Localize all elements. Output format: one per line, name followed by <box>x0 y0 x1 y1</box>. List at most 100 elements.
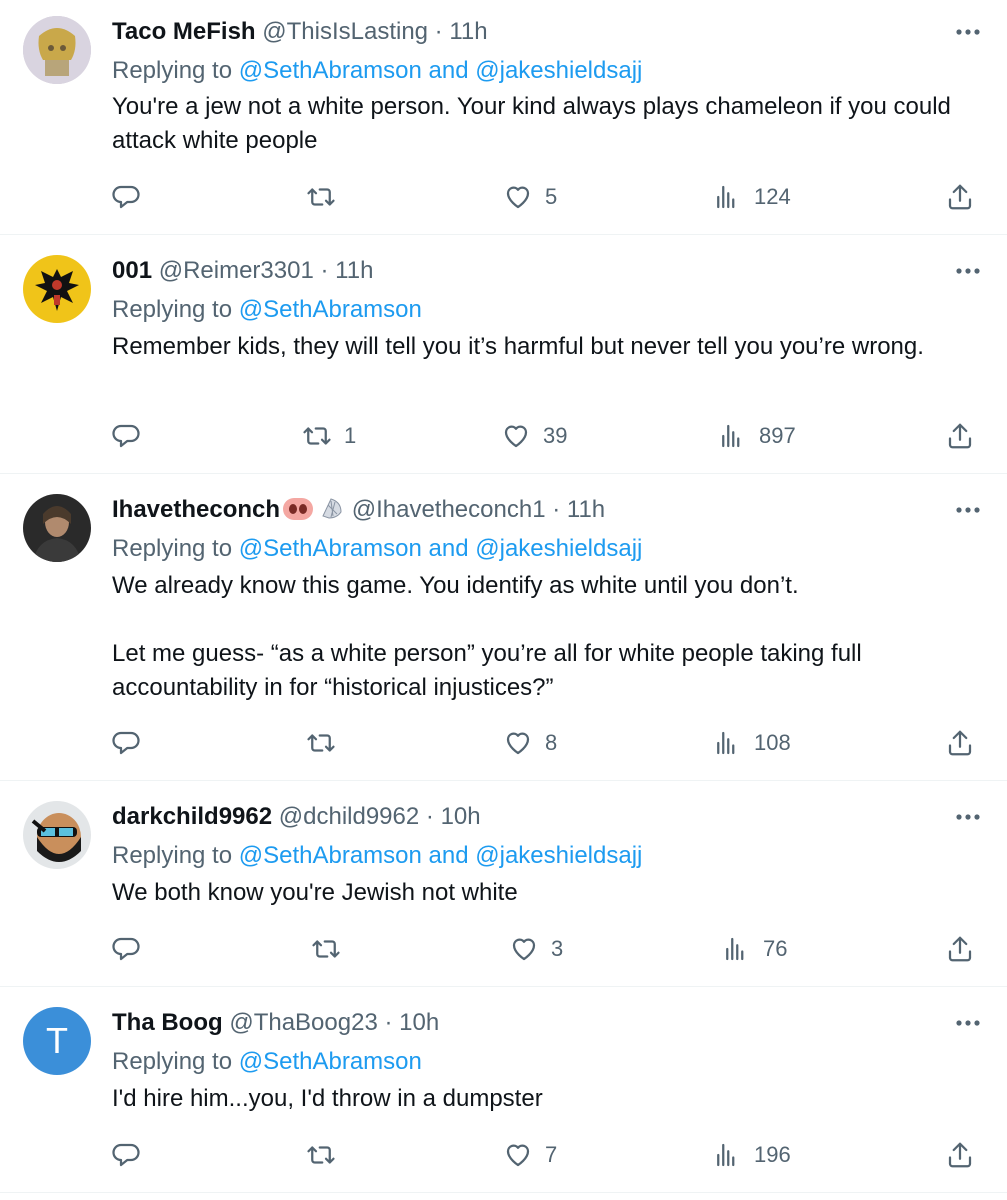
tweet[interactable]: darkchild9962 @dchild9962 · 10h Replying… <box>0 781 1007 987</box>
retweet-button[interactable] <box>306 1135 336 1175</box>
timestamp[interactable]: 10h <box>399 1009 439 1036</box>
timestamp[interactable]: 11h <box>449 18 487 45</box>
separator: · <box>428 18 450 45</box>
retweet-button[interactable]: 1 <box>302 416 356 456</box>
user-handle[interactable]: @dchild9962 <box>279 803 419 830</box>
tweet-text: We already know this game. You identify … <box>112 572 862 701</box>
tweet-header: Tha Boog @ThaBoog23 · 10h <box>112 1007 439 1039</box>
reply-button[interactable] <box>111 416 141 456</box>
user-handle[interactable]: @Ihavetheconch1 <box>352 496 546 523</box>
tweet[interactable]: Ihavetheconch @Ihavetheconch1 · 11h Repl… <box>0 474 1007 781</box>
separator: · <box>377 1009 400 1036</box>
views-button[interactable]: 196 <box>712 1135 791 1175</box>
view-count: 124 <box>754 184 791 209</box>
user-handle[interactable]: @ThaBoog23 <box>229 1009 377 1036</box>
tweet[interactable]: Taco MeFish @ThisIsLasting · 11h Replyin… <box>0 0 1007 235</box>
like-button[interactable]: 7 <box>503 1135 557 1175</box>
mention-link[interactable]: @jakeshieldsajj <box>475 842 642 869</box>
reply-icon <box>112 424 140 448</box>
display-name[interactable]: Ihavetheconch <box>112 496 280 523</box>
views-button[interactable]: 108 <box>712 723 791 763</box>
reply-icon <box>112 731 140 755</box>
reply-button[interactable] <box>111 1135 141 1175</box>
like-icon <box>506 186 530 209</box>
share-icon <box>948 1142 972 1168</box>
display-name[interactable]: Taco MeFish <box>112 18 256 45</box>
reply-icon <box>112 1143 140 1167</box>
user-handle[interactable]: @ThisIsLasting <box>262 18 428 45</box>
tweet-text: I'd hire him...you, I'd throw in a dumps… <box>112 1085 543 1112</box>
retweet-icon <box>312 940 340 958</box>
reply-button[interactable] <box>111 723 141 763</box>
display-name[interactable]: 001 <box>112 257 152 284</box>
like-count: 3 <box>551 936 564 961</box>
replying-to: Replying to @SethAbramson and @jakeshiel… <box>112 839 642 873</box>
retweet-button[interactable] <box>306 723 336 763</box>
avatar[interactable]: T <box>23 1007 91 1075</box>
views-button[interactable]: 76 <box>721 929 787 969</box>
mention-link[interactable]: @jakeshieldsajj <box>475 57 642 84</box>
action-bar: 8 108 <box>0 723 1007 763</box>
like-icon <box>512 938 536 961</box>
avatar[interactable] <box>23 801 91 869</box>
mention-link[interactable]: @SethAbramson <box>239 296 422 323</box>
replying-label: Replying to <box>112 296 239 323</box>
like-button[interactable]: 8 <box>503 723 557 763</box>
share-button[interactable] <box>945 929 975 969</box>
timestamp[interactable]: 11h <box>567 496 605 523</box>
retweet-icon <box>307 734 335 752</box>
mention-link[interactable]: @SethAbramson <box>239 535 422 562</box>
display-name[interactable]: Tha Boog <box>112 1009 223 1036</box>
more-icon[interactable] <box>953 261 983 281</box>
reply-feed: Taco MeFish @ThisIsLasting · 11h Replyin… <box>0 0 1007 1200</box>
avatar[interactable] <box>23 255 91 323</box>
replying-to: Replying to @SethAbramson <box>112 293 422 327</box>
more-icon[interactable] <box>953 1013 983 1033</box>
tweet[interactable]: T Tha Boog @ThaBoog23 · 10h Replying to … <box>0 987 1007 1193</box>
views-button[interactable]: 897 <box>717 416 796 456</box>
more-icon[interactable] <box>953 500 983 520</box>
avatar[interactable] <box>23 16 91 84</box>
share-button[interactable] <box>945 177 975 217</box>
mention-link[interactable]: @jakeshieldsajj <box>475 535 642 562</box>
avatar-initial: T <box>46 1020 68 1061</box>
display-name[interactable]: darkchild9962 <box>112 803 272 830</box>
share-icon <box>948 730 972 756</box>
replying-label: Replying to <box>112 1048 239 1075</box>
retweet-button[interactable] <box>311 929 341 969</box>
tweet-header: Taco MeFish @ThisIsLasting · 11h <box>112 16 488 48</box>
views-icon <box>717 1143 735 1167</box>
like-button[interactable]: 39 <box>501 416 567 456</box>
timestamp[interactable]: 11h <box>335 257 373 284</box>
mention-link[interactable]: @SethAbramson <box>239 57 422 84</box>
share-button[interactable] <box>945 723 975 763</box>
action-bar: 1 39 897 <box>0 416 1007 456</box>
view-count: 76 <box>763 936 788 961</box>
timestamp[interactable]: 10h <box>441 803 481 830</box>
like-count: 8 <box>545 730 558 755</box>
mention-link[interactable]: @SethAbramson <box>239 1048 422 1075</box>
tweet[interactable]: 001 @Reimer3301 · 11h Replying to @SethA… <box>0 235 1007 474</box>
like-button[interactable]: 5 <box>503 177 557 217</box>
reply-button[interactable] <box>111 929 141 969</box>
views-button[interactable]: 124 <box>712 177 791 217</box>
avatar[interactable] <box>23 494 91 562</box>
like-icon <box>506 1144 530 1167</box>
retweet-count: 1 <box>344 423 357 448</box>
share-button[interactable] <box>945 1135 975 1175</box>
more-icon[interactable] <box>953 807 983 827</box>
share-icon <box>948 423 972 449</box>
view-count: 196 <box>754 1142 791 1167</box>
reply-icon <box>112 185 140 209</box>
mention-link[interactable]: @SethAbramson <box>239 842 422 869</box>
like-icon <box>506 732 530 755</box>
more-icon[interactable] <box>953 22 983 42</box>
replying-to: Replying to @SethAbramson and @jakeshiel… <box>112 54 642 88</box>
share-button[interactable] <box>945 416 975 456</box>
reply-icon <box>112 937 140 961</box>
retweet-icon <box>307 1146 335 1164</box>
retweet-button[interactable] <box>306 177 336 217</box>
user-handle[interactable]: @Reimer3301 <box>159 257 314 284</box>
reply-button[interactable] <box>111 177 141 217</box>
like-button[interactable]: 3 <box>509 929 563 969</box>
